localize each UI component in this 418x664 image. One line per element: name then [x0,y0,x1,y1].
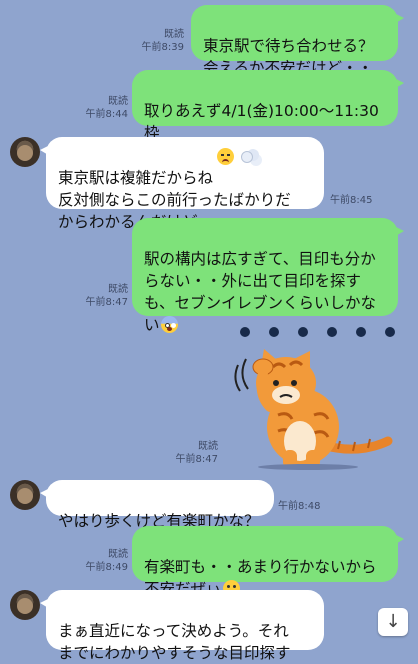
message-bubble-received[interactable]: 東京駅は複雑だからね 反対側ならこの前行ったばかりだ からわかるんだけど… [40,137,324,231]
read-receipt: 既読 [108,284,128,295]
message-meta: 既読 午前8:39 [132,28,184,54]
fearful-face-icon [160,316,178,333]
timestamp: 午前8:39 [141,42,184,53]
message-meta: 既読 午前8:44 [76,95,128,121]
sticker-worried-cat[interactable] [228,345,398,470]
message-bubble-sent[interactable]: 有楽町も・・あまり行かないから 不安だぜぃ [132,526,404,598]
disappointed-face-icon [217,148,234,165]
timestamp: 午前8:49 [85,562,128,573]
message-bubble-sent[interactable]: 駅の構内は広すぎて、目印も分か らない・・外に出て目印を探す も、セブンイレブン… [132,218,404,334]
timestamp: 午前8:47 [85,297,128,308]
read-receipt: 既読 [164,29,184,40]
message-meta: 既読 午前8:47 [160,440,218,466]
sticker-dots [240,327,400,339]
contact-avatar[interactable] [10,590,40,620]
timestamp: 午前8:47 [175,454,218,465]
message-text: 駅の構内は広すぎて、目印も分か らない・・外に出て目印を探す も、セブンイレブン… [144,250,377,334]
read-receipt: 既読 [108,96,128,107]
message-bubble-sent[interactable]: 東京駅で待ち合わせる？ 会えるか不安だけど・・ [191,5,404,98]
message-meta: 既読 午前8:49 [76,548,128,574]
cat-avatar-icon [17,598,33,614]
read-receipt: 既読 [108,549,128,560]
scroll-down-button[interactable]: ↓ [378,608,408,636]
timestamp: 午前8:44 [85,109,128,120]
chat-timeline[interactable]: 既読 午前8:39 東京駅で待ち合わせる？ 会えるか不安だけど・・ 既読 午前8… [0,0,418,662]
cat-avatar-icon [17,145,33,161]
read-receipt: 既読 [198,441,218,452]
worried-cat-icon [234,349,393,470]
message-meta: 既読 午前8:47 [76,283,128,309]
cat-avatar-icon [17,488,33,504]
timestamp: 午前8:45 [330,195,373,206]
timestamp: 午前8:48 [278,501,321,512]
contact-avatar[interactable] [10,137,40,167]
message-bubble-sent[interactable]: 取りあえず4/1(金)10:00～11:30枠 で予約しといた [132,70,404,165]
message-bubble-received[interactable]: やはり歩くけど有楽町かな？ [40,480,274,530]
message-bubble-received[interactable]: まぁ直近になって決めよう。それ までにわかりやすそうな目印探す [40,590,324,662]
message-text: まぁ直近になって決めよう。それ までにわかりやすそうな目印探す [58,622,291,662]
contact-avatar[interactable] [10,480,40,510]
dash-icon [239,147,259,164]
